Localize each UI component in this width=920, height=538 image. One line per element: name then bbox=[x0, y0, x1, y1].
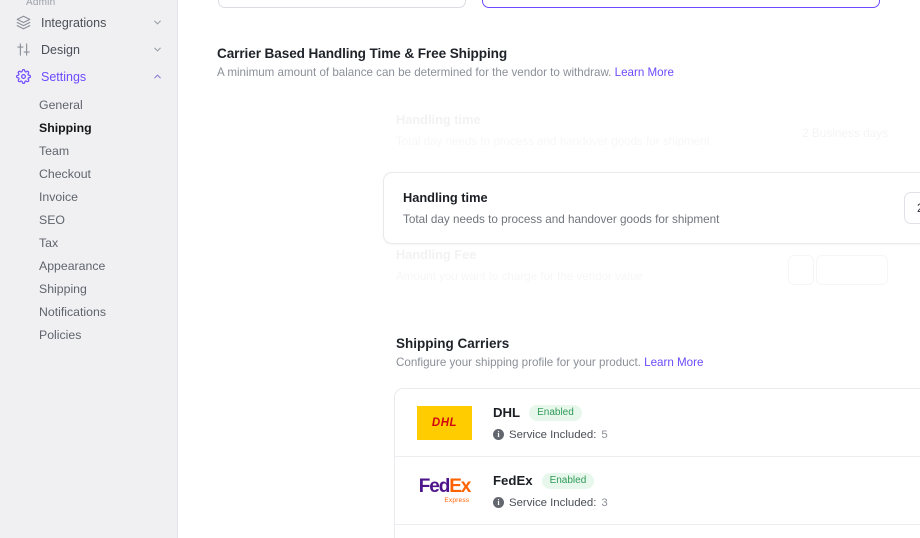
fedex-logo-wordmark: FedEx bbox=[418, 475, 472, 497]
page-title: Carrier Based Handling Time & Free Shipp… bbox=[217, 46, 508, 61]
shipping-carriers-title: Shipping Carriers bbox=[396, 336, 510, 351]
top-input-row bbox=[178, 0, 920, 8]
ghost-title: Handling Fee bbox=[396, 247, 477, 262]
status-badge: Enabled bbox=[529, 404, 582, 421]
ghost-subtitle: Amount you want to charge for the vendor… bbox=[396, 270, 643, 283]
carrier-name: DHL bbox=[493, 405, 521, 420]
shipping-carriers-subtitle: Configure your shipping profile for your… bbox=[396, 356, 703, 369]
carrier-info: DHL Enabled i Service Included: 5 bbox=[493, 404, 920, 441]
ghost-title: Handling time bbox=[396, 112, 481, 127]
sidebar-subitem-checkout[interactable]: Checkout bbox=[0, 163, 177, 186]
info-icon: i bbox=[493, 429, 504, 440]
sidebar-subitem-seo[interactable]: SEO bbox=[0, 209, 177, 232]
main-content: Carrier Based Handling Time & Free Shipp… bbox=[178, 0, 920, 538]
chevron-down-icon[interactable] bbox=[151, 44, 163, 56]
carrier-name-row: FedEx Enabled bbox=[493, 472, 920, 489]
ghost-value: 2 Business days bbox=[802, 126, 888, 140]
sidebar-subitem-policies[interactable]: Policies bbox=[0, 324, 177, 347]
shipping-carriers-subtitle-text: Configure your shipping profile for your… bbox=[396, 356, 641, 369]
ghost-input-box bbox=[816, 255, 888, 285]
fedex-logo-subtext: Express bbox=[444, 496, 470, 504]
ghost-subtitle: Total day needs to process and handover … bbox=[396, 135, 710, 148]
service-included-label: Service Included: bbox=[509, 428, 597, 441]
gear-icon bbox=[14, 68, 32, 86]
sidebar-subitem-tax[interactable]: Tax bbox=[0, 232, 177, 255]
ghost-prefix-box bbox=[788, 255, 814, 285]
dhl-logo-text: DHL bbox=[431, 416, 458, 429]
sidebar-subitem-general[interactable]: General bbox=[0, 94, 177, 117]
top-field-right-focused[interactable] bbox=[482, 0, 880, 8]
top-field-left[interactable] bbox=[218, 0, 466, 8]
sidebar-item-label: Integrations bbox=[41, 15, 107, 30]
service-included-label: Service Included: bbox=[509, 496, 597, 509]
sliders-icon bbox=[14, 41, 32, 59]
fedex-logo-box: FedEx Express bbox=[418, 475, 472, 505]
sidebar-subitem-invoice[interactable]: Invoice bbox=[0, 186, 177, 209]
sidebar-subitem-shipping[interactable]: Shipping bbox=[0, 117, 177, 140]
shipping-carriers-header: Shipping Carriers Configure your shippin… bbox=[396, 336, 703, 369]
handling-time-card: Handling time Total day needs to process… bbox=[383, 172, 920, 244]
chevron-down-icon[interactable] bbox=[151, 17, 163, 29]
sidebar-item-label: Design bbox=[41, 42, 80, 57]
table-row: FedEx Express FedEx Enabled i Service In… bbox=[395, 457, 920, 525]
sidebar-subitem-team[interactable]: Team bbox=[0, 140, 177, 163]
handling-time-text: Handling time Total day needs to process… bbox=[403, 190, 904, 226]
handling-time-select[interactable]: 2 Business days bbox=[904, 192, 920, 224]
layers-icon bbox=[14, 14, 32, 32]
carrier-name: FedEx bbox=[493, 473, 533, 488]
sidebar-item-settings[interactable]: Settings bbox=[0, 63, 177, 90]
carrier-service-row: i Service Included: 5 bbox=[493, 429, 920, 441]
fedex-logo-text-primary: Fed bbox=[418, 475, 451, 497]
carrier-section-subtitle: A minimum amount of balance can be deter… bbox=[217, 66, 674, 79]
carrier-section-header: Carrier Based Handling Time & Free Shipp… bbox=[217, 46, 674, 79]
sidebar-item-label: Settings bbox=[41, 69, 87, 84]
table-row: DHL DHL Enabled i Service Included: 5 M bbox=[395, 389, 920, 457]
status-badge: Enabled bbox=[541, 472, 595, 489]
dhl-logo: DHL bbox=[417, 400, 472, 446]
app-root: Admin Integrations Design Settings Gener… bbox=[0, 0, 920, 538]
fedex-logo-text-secondary: Ex bbox=[449, 475, 471, 497]
sidebar-section-label: Admin bbox=[26, 0, 56, 8]
sidebar-item-integrations[interactable]: Integrations bbox=[0, 9, 177, 36]
fedex-logo: FedEx Express bbox=[417, 468, 472, 514]
sidebar-subitem-appearance[interactable]: Appearance bbox=[0, 255, 177, 278]
sidebar-item-design[interactable]: Design bbox=[0, 36, 177, 63]
sidebar-subitem-shipping-2[interactable]: Shipping bbox=[0, 278, 177, 301]
service-included-count: 3 bbox=[601, 496, 608, 509]
service-included-count: 5 bbox=[601, 428, 608, 441]
carrier-service-row: i Service Included: 3 bbox=[493, 497, 920, 509]
carrier-info: FedEx Enabled i Service Included: 3 bbox=[493, 472, 920, 509]
ghost-handling-time-row: Handling time Total day needs to process… bbox=[396, 112, 888, 148]
table-row bbox=[395, 525, 920, 538]
carrier-section-subtitle-text: A minimum amount of balance can be deter… bbox=[217, 66, 612, 79]
ghost-handling-fee-row: Handling Fee Amount you want to charge f… bbox=[396, 247, 888, 285]
handling-time-subtitle: Total day needs to process and handover … bbox=[403, 213, 720, 226]
handling-time-title: Handling time bbox=[403, 190, 488, 205]
learn-more-link[interactable]: Learn More bbox=[615, 66, 674, 79]
info-icon: i bbox=[493, 497, 504, 508]
chevron-up-icon[interactable] bbox=[151, 71, 163, 83]
carrier-name-row: DHL Enabled bbox=[493, 404, 920, 421]
dhl-logo-box: DHL bbox=[417, 405, 472, 440]
sidebar: Admin Integrations Design Settings Gener… bbox=[0, 0, 178, 538]
sidebar-subitem-notifications[interactable]: Notifications bbox=[0, 301, 177, 324]
shipping-carriers-list: DHL DHL Enabled i Service Included: 5 M bbox=[394, 388, 920, 538]
learn-more-link[interactable]: Learn More bbox=[644, 356, 703, 369]
